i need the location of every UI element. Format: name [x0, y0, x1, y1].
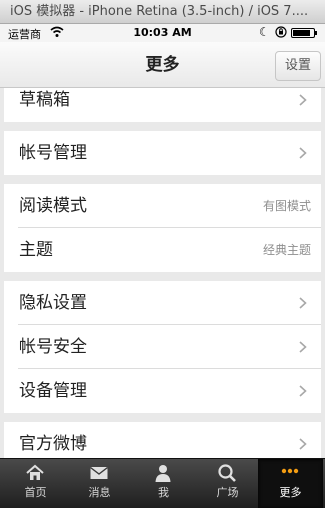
- account-security-label: 帐号安全: [19, 337, 87, 357]
- list-item-drafts[interactable]: 草稿箱: [0, 88, 325, 122]
- tab-bar: 首页 消息 我 广场 更多: [0, 458, 325, 508]
- tab-more[interactable]: 更多: [258, 459, 323, 508]
- theme-label: 主题: [19, 240, 53, 260]
- list-item-account-security[interactable]: 帐号安全: [0, 325, 325, 369]
- moon-icon: ☾: [259, 25, 270, 39]
- account-manage-label: 帐号管理: [19, 143, 87, 163]
- list-item-privacy[interactable]: 隐私设置: [0, 281, 325, 325]
- tab-square-label: 广场: [216, 486, 239, 499]
- chevron-right-icon: [299, 385, 307, 397]
- list-item-account-manage[interactable]: 帐号管理: [0, 131, 325, 175]
- device-manage-label: 设备管理: [19, 381, 87, 401]
- theme-value: 经典主题: [262, 243, 311, 257]
- window-title: iOS 模拟器 - iPhone Retina (3.5-inch) / iOS…: [10, 4, 309, 19]
- list-item-official-weibo[interactable]: 官方微博: [0, 422, 325, 458]
- tab-me-label: 我: [158, 486, 169, 499]
- privacy-label: 隐私设置: [19, 293, 87, 313]
- chevron-right-icon: [299, 297, 307, 309]
- tab-home[interactable]: 首页: [3, 459, 68, 508]
- search-icon: [218, 464, 236, 482]
- settings-list[interactable]: 草稿箱 帐号管理 阅读模式 有图模式 主题 经典主题 隐私设置 帐号安全 设备管…: [0, 88, 325, 458]
- tab-square[interactable]: 广场: [195, 459, 260, 508]
- status-bar: 运营商 10:03 AM ☾: [0, 24, 325, 42]
- tab-messages-label: 消息: [88, 486, 111, 499]
- tab-more-label: 更多: [279, 486, 302, 499]
- rotation-lock-icon: [275, 26, 287, 38]
- simulator-title-bar: iOS 模拟器 - iPhone Retina (3.5-inch) / iOS…: [0, 0, 325, 24]
- battery-icon: [291, 28, 317, 38]
- settings-button[interactable]: 设置: [275, 51, 321, 81]
- official-weibo-label: 官方微博: [19, 434, 87, 454]
- tab-me[interactable]: 我: [131, 459, 196, 508]
- tab-messages[interactable]: 消息: [67, 459, 132, 508]
- home-icon: [26, 464, 44, 480]
- person-icon: [155, 465, 171, 482]
- tab-home-label: 首页: [24, 486, 47, 499]
- chevron-right-icon: [299, 438, 307, 450]
- reading-mode-value: 有图模式: [262, 199, 311, 213]
- chevron-right-icon: [299, 341, 307, 353]
- envelope-icon: [90, 466, 108, 479]
- reading-mode-label: 阅读模式: [19, 196, 87, 216]
- list-item-reading-mode[interactable]: 阅读模式 有图模式: [0, 184, 325, 228]
- list-item-device-manage[interactable]: 设备管理: [0, 369, 325, 413]
- more-dots-icon: [281, 468, 299, 474]
- chevron-right-icon: [299, 94, 307, 106]
- chevron-right-icon: [299, 147, 307, 159]
- battery-fill: [293, 30, 310, 36]
- list-item-theme[interactable]: 主题 经典主题: [0, 228, 325, 272]
- navigation-bar: 更多 设置: [0, 42, 325, 88]
- drafts-label: 草稿箱: [19, 90, 70, 110]
